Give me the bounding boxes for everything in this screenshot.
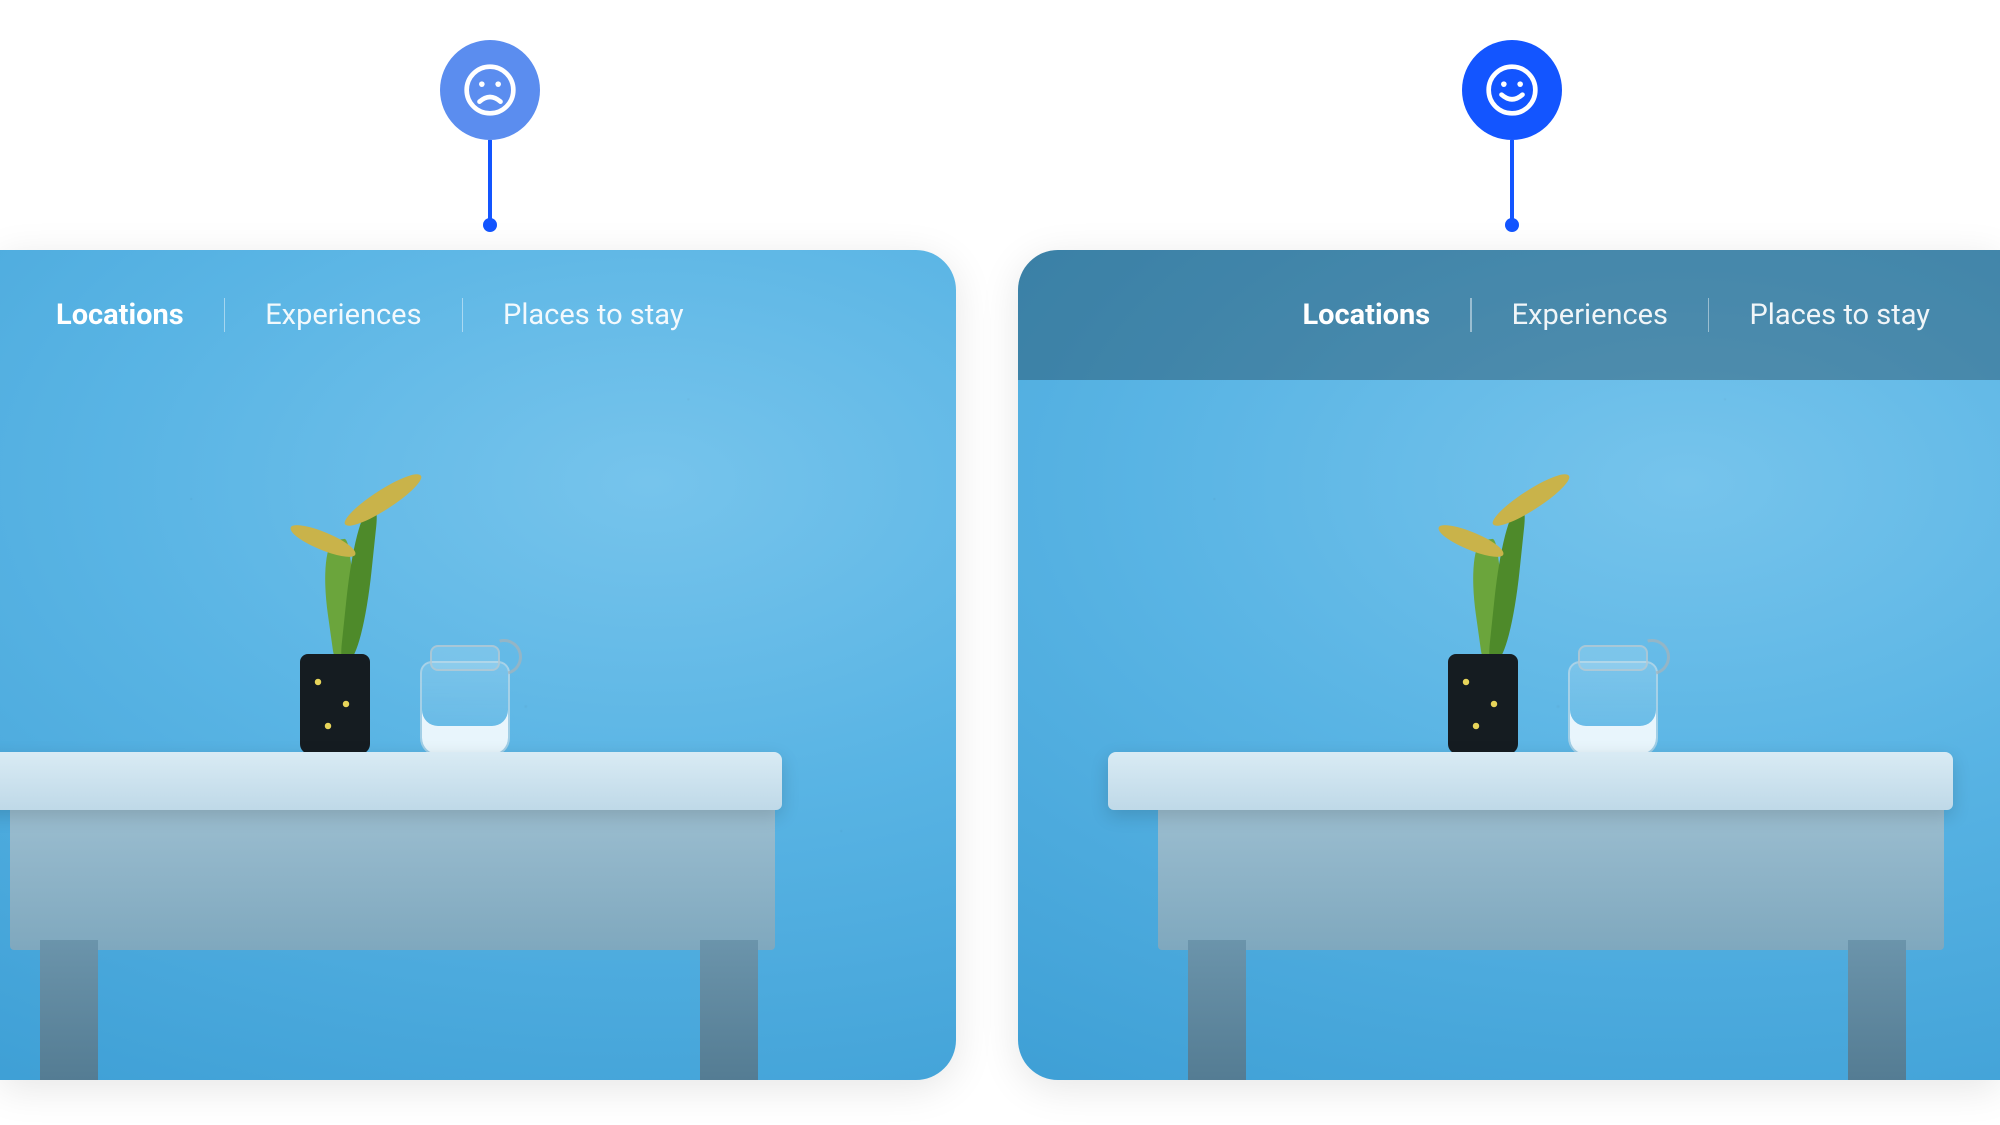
happy-face-icon: [1462, 40, 1562, 140]
nav-divider: [1470, 298, 1472, 332]
navbar-with-overlay: Locations Experiences Places to stay: [1018, 250, 2000, 380]
nav-item-experiences[interactable]: Experiences: [1512, 298, 1668, 332]
nav-item-places[interactable]: Places to stay: [1749, 298, 1930, 332]
sad-face-icon: [440, 40, 540, 140]
example-panel-with-overlay: Locations Experiences Places to stay: [1018, 250, 2000, 1080]
indicator-stem-dot: [483, 218, 497, 232]
nav-item-locations[interactable]: Locations: [1302, 298, 1430, 332]
indicator-bad: [440, 40, 540, 232]
nav-divider: [1708, 298, 1710, 332]
nav-item-places[interactable]: Places to stay: [503, 298, 684, 332]
nav-item-experiences[interactable]: Experiences: [265, 298, 421, 332]
indicator-stem: [1510, 140, 1514, 220]
indicator-stem: [488, 140, 492, 220]
nav-divider: [462, 298, 464, 332]
nav-item-locations[interactable]: Locations: [56, 298, 184, 332]
indicator-stem-dot: [1505, 218, 1519, 232]
navbar-without-overlay: Locations Experiences Places to stay: [0, 250, 956, 380]
example-panel-without-overlay: Locations Experiences Places to stay: [0, 250, 956, 1080]
indicator-good: [1462, 40, 1562, 232]
nav-divider: [224, 298, 226, 332]
